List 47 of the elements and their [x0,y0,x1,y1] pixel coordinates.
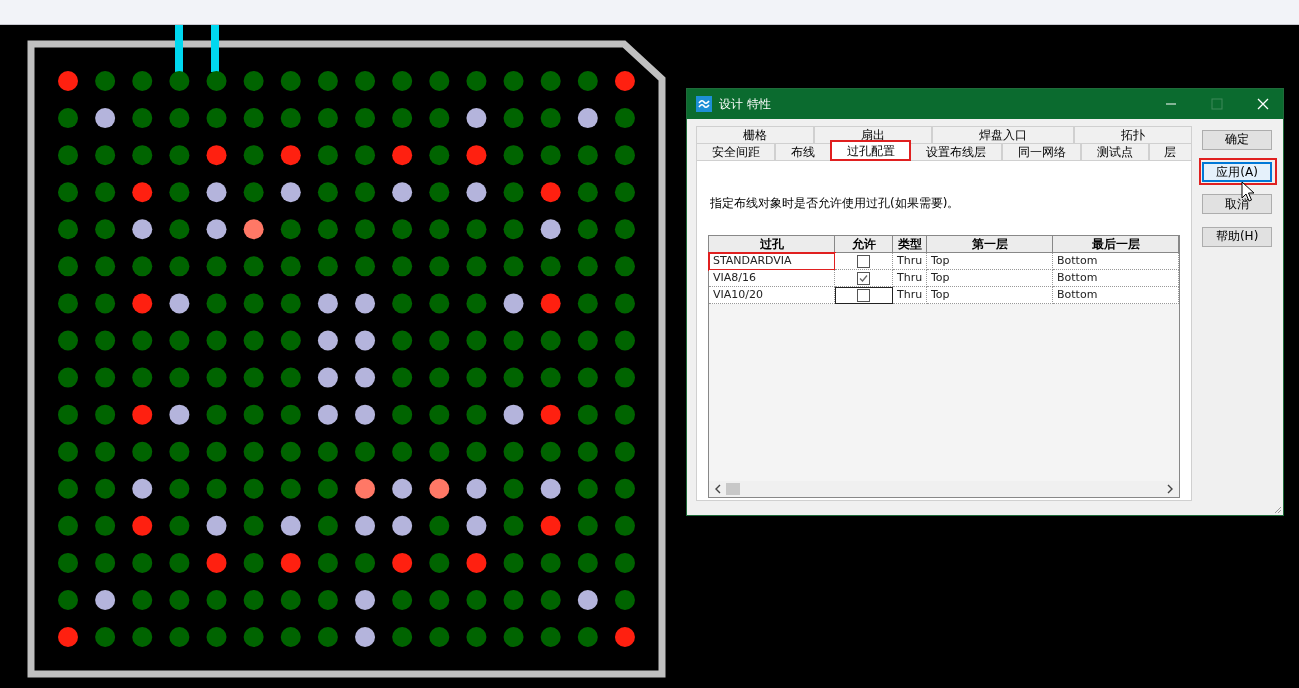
table-cell: VIA8/16 [709,270,835,287]
table-cell: Bottom [1053,270,1180,287]
checkbox-cell[interactable] [835,253,893,270]
scroll-thumb[interactable] [726,483,740,495]
checkbox[interactable] [857,288,870,302]
checkbox[interactable] [857,271,870,285]
table-cell: VIA10/20 [709,287,835,304]
column-header: 最后一层 [1053,236,1180,253]
dialog-button[interactable]: 帮助(H) [1202,226,1273,247]
column-header: 类型 [893,236,927,253]
scroll-right-icon[interactable] [1166,484,1175,494]
window-title: 设计 特性 [719,95,771,113]
checkbox-cell[interactable] [835,287,893,304]
trace [211,25,219,72]
table-cell: Top [927,253,1053,270]
close-icon[interactable] [1257,98,1269,110]
table-cell: Thru [893,287,927,304]
tab[interactable]: 设置布线层 [910,143,1002,160]
dialog-button[interactable]: 取消 [1202,194,1273,214]
checkbox[interactable] [857,254,870,268]
dialog-button[interactable]: 应用(A) [1202,161,1273,182]
tab[interactable]: 焊盘入口 [932,126,1075,143]
dialog-button[interactable]: 确定 [1202,129,1273,150]
horizontal-scrollbar[interactable] [709,481,1180,497]
scroll-left-icon[interactable] [714,484,722,494]
tab[interactable]: 布线 [775,143,831,160]
column-header: 允许 [835,236,893,253]
tab[interactable]: 栅格 [696,126,815,143]
tab[interactable]: 拓扑 [1074,126,1193,143]
table-cell: STANDARDVIA [709,253,835,270]
table-cell: Bottom [1053,287,1180,304]
table-cell: Top [927,287,1053,304]
table-cell: Bottom [1053,253,1180,270]
table-cell: Top [927,270,1053,287]
checkbox-cell[interactable] [835,270,893,287]
tab[interactable]: 同一网络 [1001,143,1082,160]
table-cell: Thru [893,270,927,287]
column-header: 第一层 [927,236,1053,253]
tab[interactable]: 层 [1148,143,1193,160]
resize-grip-icon[interactable] [1272,504,1282,514]
description-text: 指定布线对象时是否允许使用过孔(如果需要)。 [710,195,961,212]
tab[interactable]: 过孔配置 [830,141,911,160]
tab[interactable]: 测试点 [1081,143,1149,160]
trace [175,25,183,72]
table-cell: Thru [893,253,927,270]
tab[interactable]: 安全间距 [696,143,776,160]
app-icon [696,96,712,112]
